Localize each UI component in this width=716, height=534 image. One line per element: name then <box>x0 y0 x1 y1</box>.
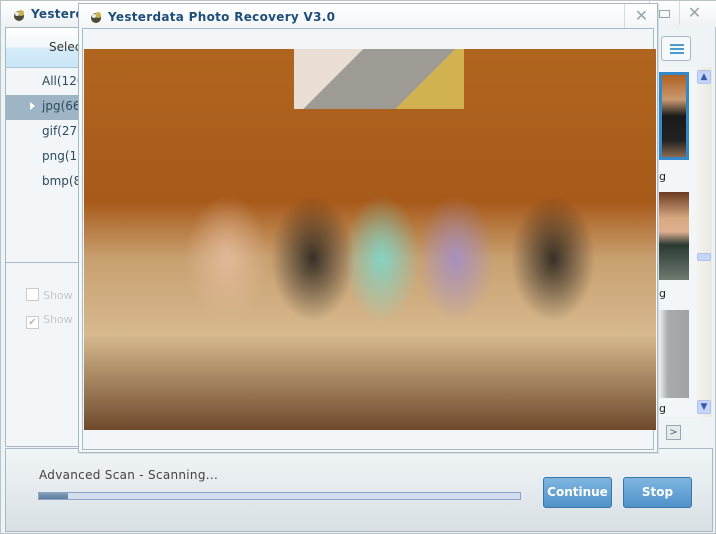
scan-progress-bar <box>38 492 521 500</box>
preview-title-bar[interactable]: Yesterdata Photo Recovery V3.0 ✕ <box>79 4 657 28</box>
close-icon: ✕ <box>634 6 649 25</box>
photo-background-decor <box>294 49 464 109</box>
thumbnail-strip: g g g <box>657 67 697 417</box>
thumbnail-2[interactable] <box>659 192 689 280</box>
chevron-down-icon: ▼ <box>700 402 708 412</box>
photo-preview-window: Yesterdata Photo Recovery V3.0 ✕ <box>78 3 658 453</box>
file-type-item-png[interactable]: png(17 <box>6 145 80 170</box>
file-type-item-jpg[interactable]: jpg(66 <box>6 95 80 120</box>
show-option-label: Show <box>43 289 73 302</box>
main-title-text: Yesterd <box>31 7 85 21</box>
preview-close-button[interactable]: ✕ <box>624 4 658 28</box>
scrollbar-thumb[interactable] <box>697 253 711 261</box>
scan-progress-fill <box>39 493 68 499</box>
select-header[interactable]: Selec <box>6 28 82 68</box>
app-logo-icon <box>14 10 24 21</box>
thumbnail-label: g <box>659 402 666 415</box>
caret-right-icon <box>30 102 35 110</box>
file-type-list: All(120 jpg(66 gif(273 png(17 bmp(8 <box>6 70 80 195</box>
file-type-panel: Selec All(120 jpg(66 gif(273 png(17 bmp(… <box>5 27 81 447</box>
preview-photo <box>84 49 656 430</box>
thumbnail-3[interactable] <box>659 310 689 398</box>
chevron-up-icon: ▲ <box>700 72 708 82</box>
file-type-item-gif[interactable]: gif(273 <box>6 120 80 145</box>
select-header-label: Selec <box>49 40 82 54</box>
file-type-label: bmp(8 <box>42 174 80 188</box>
scroll-up-button[interactable]: ▲ <box>697 70 711 84</box>
file-type-label: All(120 <box>42 74 80 88</box>
thumbnail-scrollbar[interactable]: ▲ ▼ <box>696 67 712 417</box>
file-type-label: gif(273 <box>42 124 80 138</box>
checkbox-checked[interactable]: ✔ <box>26 316 39 329</box>
main-close-button[interactable]: ✕ <box>679 1 709 25</box>
file-type-label: jpg(66 <box>42 99 80 113</box>
preview-title-text: Yesterdata Photo Recovery V3.0 <box>108 10 336 24</box>
scan-status-text: Advanced Scan - Scanning... <box>39 468 219 482</box>
list-view-button[interactable] <box>661 36 691 61</box>
close-icon: ✕ <box>687 3 702 22</box>
app-logo-icon <box>91 12 101 23</box>
continue-button[interactable]: Continue <box>543 477 612 508</box>
file-type-item-bmp[interactable]: bmp(8 <box>6 170 80 195</box>
file-type-label: png(17 <box>42 149 80 163</box>
thumbnail-label: g <box>659 287 666 300</box>
chevron-right-icon: > <box>669 427 678 438</box>
stop-button[interactable]: Stop <box>623 477 692 508</box>
panel-divider <box>6 262 80 263</box>
preview-body <box>82 28 656 450</box>
thumbnail-label: g <box>659 170 666 183</box>
checkbox-unchecked[interactable] <box>26 288 39 301</box>
show-option-label: Show <box>43 313 73 326</box>
show-option-2[interactable]: ✔ Show <box>26 313 73 329</box>
show-option-1[interactable]: Show <box>26 288 73 302</box>
scroll-down-button[interactable]: ▼ <box>697 400 711 414</box>
next-page-button[interactable]: > <box>666 425 681 440</box>
scan-status-panel: Advanced Scan - Scanning... Continue Sto… <box>5 448 713 532</box>
thumbnail-1[interactable] <box>659 72 689 160</box>
restore-icon <box>659 10 670 18</box>
file-type-item-all[interactable]: All(120 <box>6 70 80 95</box>
